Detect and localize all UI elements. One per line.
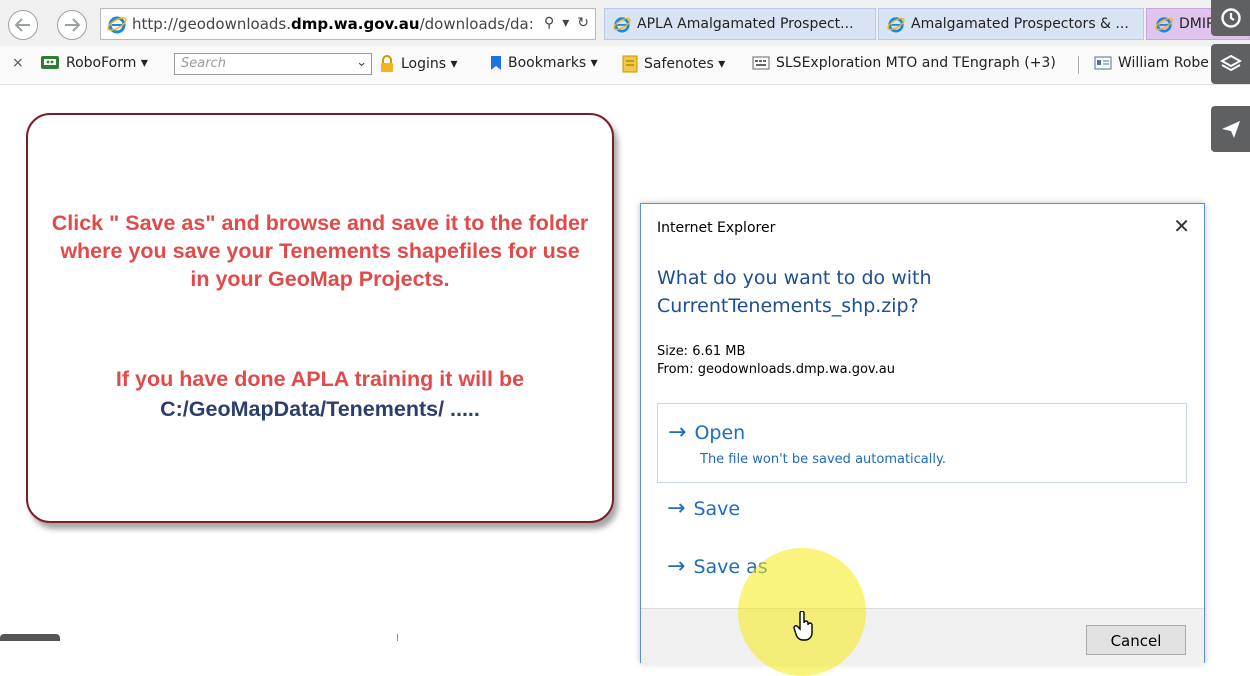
apla-note: If you have done APLA training it will b… (115, 367, 525, 391)
slsexploration-item[interactable]: SLSExploration MTO and TEngraph (+3) (752, 55, 1056, 71)
paper-plane-icon (1221, 121, 1240, 138)
open-option[interactable]: → Open The file won't be saved automatic… (657, 403, 1187, 483)
hand-cursor-icon (793, 611, 813, 641)
arrow-right-icon: → (667, 554, 686, 579)
url-prefix: http://geodownloads. (132, 15, 291, 33)
toolbar-divider (1078, 56, 1079, 74)
share-button[interactable] (1211, 106, 1250, 152)
back-button[interactable] (8, 10, 38, 40)
bookmark-icon (491, 56, 501, 70)
contact-card-icon (1094, 56, 1112, 70)
search-icon[interactable]: ⚲ (544, 15, 554, 31)
internet-explorer-icon (887, 17, 905, 33)
close-icon[interactable]: ✕ (1173, 214, 1190, 238)
roboform-icon (41, 56, 59, 69)
william-item[interactable]: William Robe (1094, 55, 1209, 71)
clock-icon (1220, 8, 1241, 28)
tab-apla[interactable]: APLA Amalgamated Prospect... (604, 8, 876, 40)
keyboard-icon (752, 56, 770, 70)
save-label: Save (693, 497, 741, 520)
roboform-search-input[interactable]: Search ⌄ (174, 53, 372, 75)
dialog-question: What do you want to do with CurrentTenem… (657, 267, 932, 317)
safenotes-menu[interactable]: Safenotes ▾ (622, 55, 725, 73)
arrow-right-icon: → (668, 420, 687, 445)
file-source: From: geodownloads.dmp.wa.gov.au (657, 362, 895, 377)
folder-path: C:/GeoMapData/Tenements/ ..... (160, 397, 480, 421)
dialog-footer: Cancel (641, 608, 1204, 665)
logins-menu[interactable]: Logins ▾ (379, 55, 458, 73)
lock-icon (381, 55, 393, 72)
file-size: Size: 6.61 MB (657, 344, 746, 359)
bookmarks-menu[interactable]: Bookmarks ▾ (490, 55, 598, 71)
instruction-text: Click " Save as" and browse and save it … (51, 211, 589, 291)
forward-button[interactable] (57, 10, 87, 40)
roboform-toolbar: × RoboForm ▾ Search ⌄ Logins ▾ Bookmarks … (0, 46, 1250, 85)
url-field[interactable]: http://geodownloads. dmp.wa.gov.au/downlo… (100, 8, 596, 40)
layers-button[interactable] (1211, 44, 1250, 84)
instruction-callout: Click " Save as" and browse and save it … (26, 113, 614, 523)
tab-title: APLA Amalgamated Prospect... (637, 16, 854, 32)
tab-title: Amalgamated Prospectors & ... (911, 16, 1129, 32)
arrow-right-icon: → (667, 496, 686, 521)
internet-explorer-icon (613, 17, 631, 33)
divider (397, 634, 398, 641)
internet-explorer-icon (1155, 17, 1173, 33)
taskbar-fragment (0, 634, 60, 641)
url-suffix: /downloads/da: (419, 15, 534, 33)
roboform-menu[interactable]: RoboForm ▾ (40, 55, 148, 71)
download-dialog: Internet Explorer ✕ What do you want to … (640, 203, 1205, 665)
forward-arrow-icon (65, 18, 81, 32)
url-domain: dmp.wa.gov.au (291, 15, 420, 33)
open-description: The file won't be saved automatically. (700, 452, 946, 467)
refresh-icon[interactable]: ↻ (577, 15, 589, 31)
back-arrow-icon (14, 18, 30, 32)
tab-amalgamated[interactable]: Amalgamated Prospectors & ... (878, 8, 1144, 40)
chevron-down-icon: ⌄ (356, 55, 367, 70)
dialog-title: Internet Explorer (657, 220, 776, 236)
layers-icon (1219, 54, 1242, 72)
cancel-button[interactable]: Cancel (1086, 625, 1186, 655)
close-toolbar-button[interactable]: × (12, 55, 24, 71)
save-option[interactable]: → Save (667, 496, 740, 521)
roboform-label: RoboForm ▾ (66, 55, 148, 71)
browser-address-bar: http://geodownloads. dmp.wa.gov.au/downlo… (0, 0, 1250, 46)
file-info: Size: 6.61 MB From: geodownloads.dmp.wa.… (657, 343, 895, 379)
dropdown-icon[interactable]: ▾ (562, 15, 569, 31)
history-button[interactable] (1211, 0, 1250, 36)
internet-explorer-icon (107, 16, 127, 34)
open-label: Open (694, 421, 746, 444)
note-icon (622, 55, 638, 73)
